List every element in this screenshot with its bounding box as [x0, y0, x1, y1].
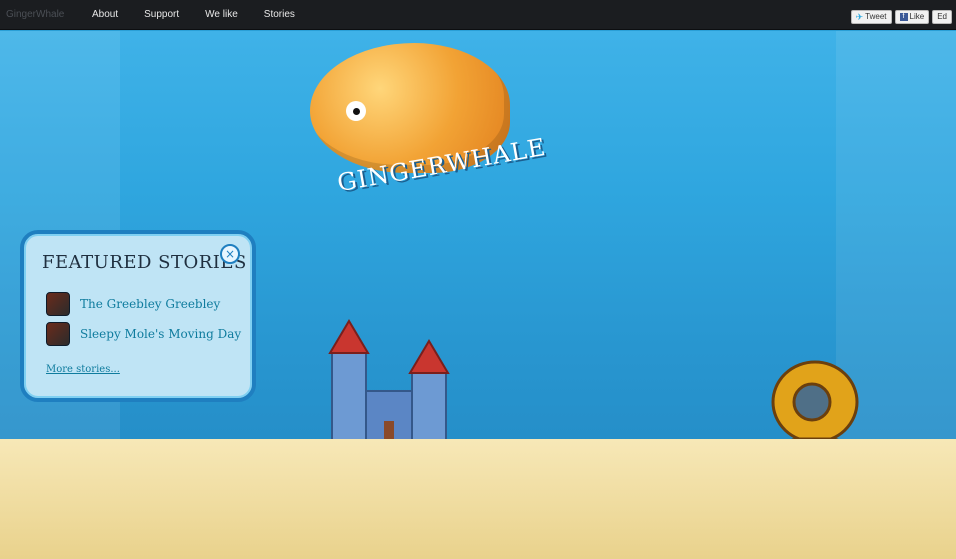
featured-story-title[interactable]: The Greebley Greebley [80, 297, 220, 311]
hero-scene: GINGERWHALE FEATURED STORIES × The Greeb… [0, 31, 956, 559]
extra-social-button[interactable]: Ed [932, 10, 952, 24]
more-stories-link[interactable]: More stories... [46, 364, 120, 375]
whale-pupil-icon [353, 108, 360, 115]
close-icon[interactable]: × [220, 244, 240, 264]
facebook-like-label: Like [909, 12, 925, 21]
story-thumb-icon [46, 292, 70, 316]
featured-story-item[interactable]: The Greebley Greebley [46, 292, 220, 316]
tweet-button-label: Tweet [865, 12, 887, 21]
social-buttons: ✈ Tweet f Like Ed [850, 10, 952, 24]
nav-support-link[interactable]: Support [144, 9, 179, 20]
top-navigation-bar: GingerWhale About Support We like Storie… [0, 0, 956, 30]
facebook-f-icon: f [899, 13, 908, 21]
nav-about-link[interactable]: About [92, 9, 118, 20]
sandy-floor [0, 439, 956, 559]
facebook-like-button[interactable]: f Like [894, 10, 930, 24]
nav-we-like-link[interactable]: We like [205, 9, 238, 20]
brand-text[interactable]: GingerWhale [6, 9, 64, 20]
featured-story-item[interactable]: Sleepy Mole's Moving Day [46, 322, 241, 346]
extra-social-label: Ed [937, 12, 947, 21]
main-nav: About Support We like Stories [92, 9, 295, 20]
featured-story-title[interactable]: Sleepy Mole's Moving Day [80, 327, 241, 341]
twitter-bird-icon: ✈ [855, 12, 864, 22]
featured-stories-title: FEATURED STORIES [42, 252, 247, 273]
story-thumb-icon [46, 322, 70, 346]
nav-stories-link[interactable]: Stories [264, 9, 295, 20]
tweet-button[interactable]: ✈ Tweet [850, 10, 892, 24]
featured-stories-panel: FEATURED STORIES × The Greebley Greebley… [20, 230, 256, 402]
